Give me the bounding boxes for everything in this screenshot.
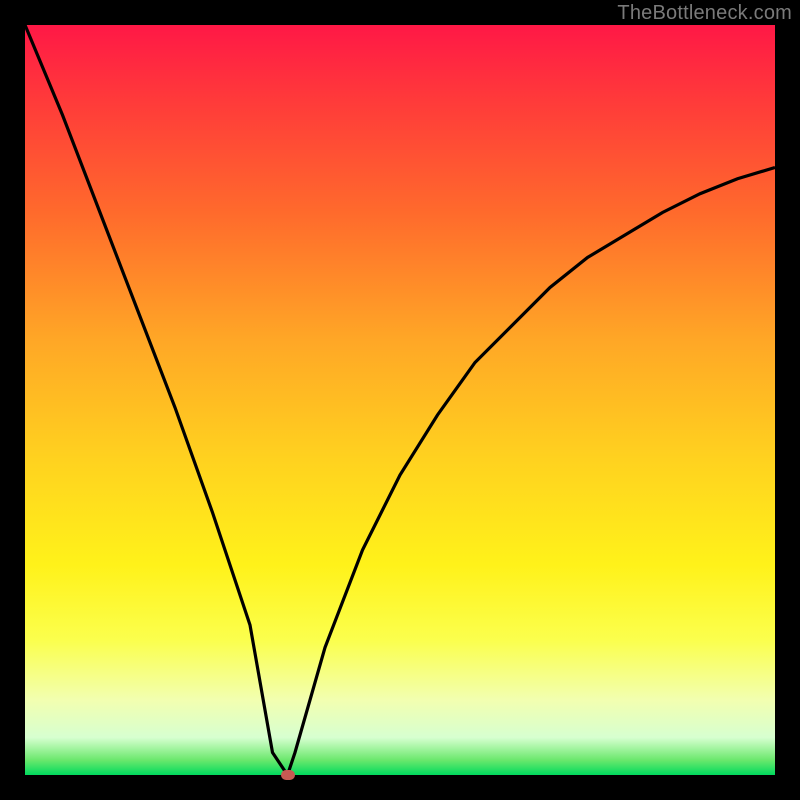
- chart-frame: TheBottleneck.com: [0, 0, 800, 800]
- chart-plot-area: [25, 25, 775, 775]
- chart-marker: [281, 770, 295, 780]
- chart-svg: [25, 25, 775, 775]
- bottleneck-curve-path: [25, 25, 775, 775]
- watermark-text: TheBottleneck.com: [617, 2, 792, 25]
